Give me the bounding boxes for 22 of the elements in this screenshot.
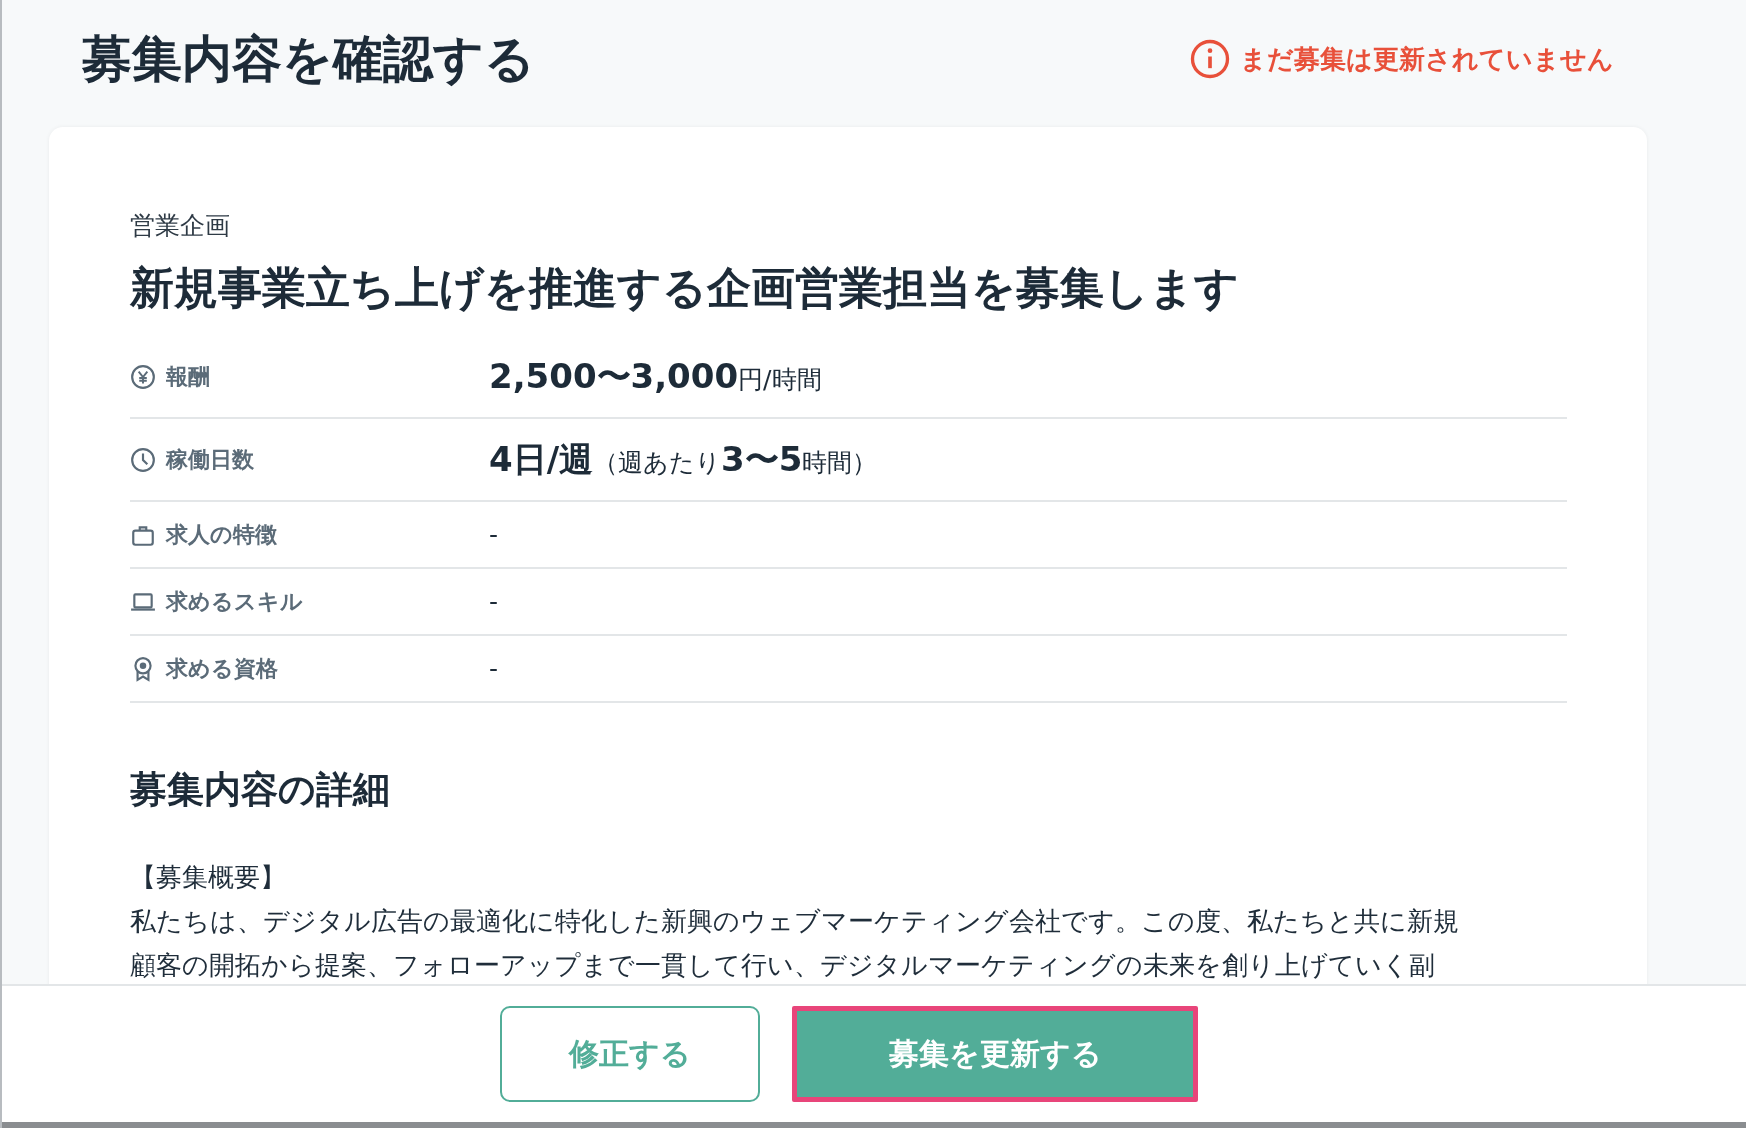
job-title: 新規事業立ち上げを推進する企画営業担当を募集します	[130, 261, 1240, 315]
section-subheading: 【募集概要】	[130, 861, 287, 895]
update-button[interactable]: 募集を更新する	[792, 1006, 1198, 1102]
attribute-value: -	[489, 587, 499, 617]
page-title: 募集内容を確認する	[82, 28, 535, 90]
body-text: 私たちは、デジタル広告の最適化に特化した新興のウェブマーケティング会社です。この度、私たちと共に新規	[130, 904, 1460, 938]
yen-icon	[130, 363, 156, 390]
warning-text: まだ募集は更新されていません	[1240, 42, 1614, 76]
attribute-value: -	[489, 654, 499, 684]
attribute-label: 求める資格	[166, 654, 278, 683]
attribute-label: 求人の特徴	[166, 520, 277, 549]
body-text: 顧客の開拓から提案、フォローアップまで一貫して行い、デジタルマーケティングの未来を創り上げていく副	[130, 948, 1436, 982]
attribute-value: 2,500〜3,000円/時間	[489, 354, 822, 398]
attribute-label: 求めるスキル	[166, 587, 303, 616]
section-heading: 募集内容の詳細	[130, 767, 391, 814]
edit-button[interactable]: 修正する	[500, 1006, 760, 1102]
attribute-label: 報酬	[166, 362, 210, 391]
info-icon	[1190, 39, 1230, 79]
attribute-value: -	[489, 520, 499, 550]
category-label: 営業企画	[130, 211, 231, 241]
clock-icon	[130, 446, 156, 473]
attribute-label: 稼働日数	[166, 445, 254, 474]
